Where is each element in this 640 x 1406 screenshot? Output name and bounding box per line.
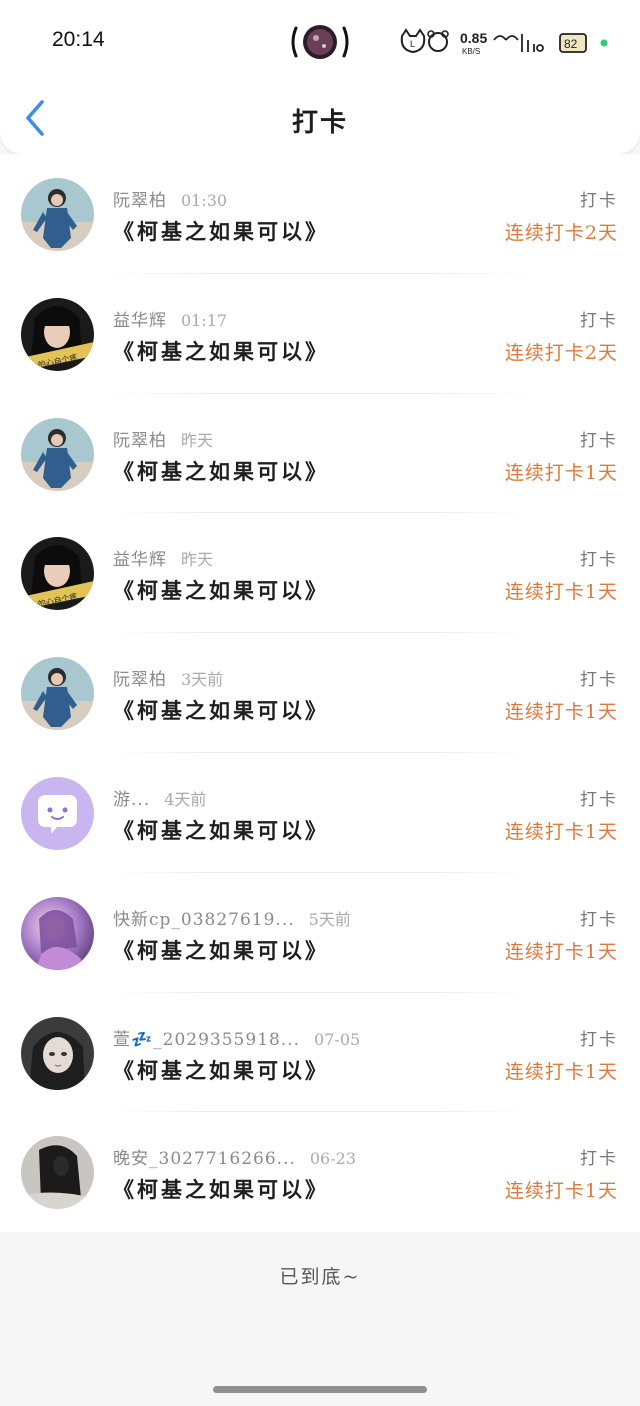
battery-level: 82 bbox=[564, 37, 578, 51]
list-item[interactable]: 阮翠柏 01:30 《柯基之如果可以》 打卡 连续打卡2天 bbox=[0, 154, 640, 274]
streak-label: 连续打卡1天 bbox=[504, 701, 618, 724]
privacy-dot bbox=[600, 39, 608, 47]
post-time: 06-23 bbox=[309, 1149, 356, 1169]
streak-label: 连续打卡2天 bbox=[504, 341, 618, 364]
checkin-list: 阮翠柏 01:30 《柯基之如果可以》 打卡 连续打卡2天 个的心自个疼 益华辉 0… bbox=[0, 154, 640, 1233]
streak-label: 连续打卡1天 bbox=[504, 1060, 618, 1083]
svg-text:L: L bbox=[410, 39, 415, 49]
action-label: 打卡 bbox=[580, 310, 618, 331]
list-item[interactable]: 个的心自个疼 益华辉 昨天 《柯基之如果可以》 打卡 连续打卡1天 bbox=[0, 513, 640, 634]
avatar[interactable]: 个的心自个疼 bbox=[21, 297, 94, 371]
action-label: 打卡 bbox=[580, 909, 618, 930]
action-label: 打卡 bbox=[580, 550, 618, 571]
net-speed-unit: KB/S bbox=[462, 47, 480, 56]
post-time: 昨天 bbox=[181, 430, 214, 450]
streak-label: 连续打卡1天 bbox=[504, 581, 618, 604]
streak-label: 连续打卡2天 bbox=[504, 222, 618, 244]
end-of-list-text: 已到底~ bbox=[279, 1266, 361, 1288]
list-item[interactable]: 阮翠柏 3天前 《柯基之如果可以》 打卡 连续打卡1天 bbox=[0, 633, 640, 753]
post-time: 昨天 bbox=[181, 550, 214, 570]
avatar[interactable] bbox=[21, 1016, 94, 1090]
content-title[interactable]: 《柯基之如果可以》 bbox=[113, 815, 329, 845]
meta-line: 萱💤_2029355918... 07-05 bbox=[113, 1025, 473, 1050]
streak-label: 连续打卡1天 bbox=[504, 461, 618, 484]
cat-icon: L bbox=[400, 28, 426, 54]
action-label: 打卡 bbox=[580, 670, 618, 691]
content-title[interactable]: 《柯基之如果可以》 bbox=[113, 456, 329, 486]
content-title[interactable]: 《柯基之如果可以》 bbox=[113, 695, 329, 725]
avatar[interactable] bbox=[21, 178, 94, 251]
status-time: 20:14 bbox=[52, 28, 105, 51]
streak-label: 连续打卡1天 bbox=[504, 1180, 618, 1203]
list-item[interactable]: 晚安_3027716266... 06-23 《柯基之如果可以》 打卡 连续打卡1… bbox=[0, 1112, 640, 1232]
avatar[interactable] bbox=[21, 657, 94, 731]
list-item[interactable]: 快新cp_03827619... 5天前 《柯基之如果可以》 打卡 连续打卡1天 bbox=[0, 873, 640, 993]
meta-line: 游... 4天前 bbox=[113, 785, 473, 810]
post-time: 5天前 bbox=[308, 909, 351, 929]
nav-bar: 打卡 bbox=[0, 88, 640, 152]
action-label: 打卡 bbox=[580, 1029, 618, 1050]
avatar[interactable] bbox=[21, 1136, 94, 1210]
streak-label: 连续打卡1天 bbox=[504, 820, 618, 843]
meta-line: 阮翠柏 01:30 bbox=[113, 186, 473, 211]
content-title[interactable]: 《柯基之如果可以》 bbox=[113, 1055, 329, 1085]
meta-line: 阮翠柏 3天前 bbox=[113, 665, 473, 690]
post-time: 01:30 bbox=[181, 191, 228, 210]
user-name[interactable]: 萱💤_2029355918... bbox=[113, 1030, 300, 1050]
action-label: 打卡 bbox=[580, 1149, 618, 1170]
post-time: 01:17 bbox=[181, 310, 228, 330]
user-name[interactable]: 阮翠柏 bbox=[113, 670, 167, 690]
header: 20:14 L 0.85 KB/S 82 打卡 bbox=[0, 0, 640, 154]
meta-line: 快新cp_03827619... 5天前 bbox=[113, 905, 473, 930]
list-item[interactable]: 游... 4天前 《柯基之如果可以》 打卡 连续打卡1天 bbox=[0, 753, 640, 873]
post-time: 07-05 bbox=[314, 1029, 361, 1049]
post-time: 4天前 bbox=[164, 789, 207, 809]
home-indicator[interactable] bbox=[213, 1386, 427, 1393]
screen-record-icon bbox=[291, 25, 349, 59]
meta-line: 阮翠柏 昨天 bbox=[113, 426, 473, 451]
page-title: 打卡 bbox=[291, 108, 348, 138]
user-name[interactable]: 益华辉 bbox=[113, 311, 167, 331]
user-name[interactable]: 快新cp_03827619... bbox=[113, 910, 295, 930]
list-item[interactable]: 阮翠柏 昨天 《柯基之如果可以》 打卡 连续打卡1天 bbox=[0, 394, 640, 514]
action-label: 打卡 bbox=[580, 430, 618, 451]
user-name[interactable]: 游... bbox=[113, 790, 150, 810]
action-label: 打卡 bbox=[580, 191, 618, 211]
action-label: 打卡 bbox=[580, 789, 618, 810]
content-title[interactable]: 《柯基之如果可以》 bbox=[113, 575, 329, 605]
list-item[interactable]: 萱💤_2029355918... 07-05 《柯基之如果可以》 打卡 连续打卡1… bbox=[0, 993, 640, 1113]
content-title[interactable]: 《柯基之如果可以》 bbox=[113, 216, 329, 246]
avatar[interactable] bbox=[21, 417, 94, 491]
avatar[interactable]: 个的心自个疼 bbox=[21, 537, 94, 611]
meta-line: 益华辉 01:17 bbox=[113, 306, 473, 331]
user-name[interactable]: 晚安_3027716266... bbox=[113, 1149, 296, 1169]
post-time: 3天前 bbox=[181, 670, 224, 690]
streak-label: 连续打卡1天 bbox=[504, 940, 618, 963]
avatar[interactable] bbox=[21, 896, 94, 970]
signal-icon bbox=[493, 34, 544, 52]
user-name[interactable]: 阮翠柏 bbox=[113, 191, 167, 211]
content-title[interactable]: 《柯基之如果可以》 bbox=[113, 1174, 329, 1204]
net-speed-value: 0.85 bbox=[460, 30, 487, 46]
status-icons: L 0.85 KB/S 82 bbox=[400, 28, 608, 56]
avatar[interactable] bbox=[21, 776, 94, 850]
list-item[interactable]: 个的心自个疼 益华辉 01:17 《柯基之如果可以》 打卡 连续打卡2天 bbox=[0, 274, 640, 394]
bear-icon bbox=[427, 30, 449, 52]
user-name[interactable]: 阮翠柏 bbox=[113, 431, 167, 451]
content-title[interactable]: 《柯基之如果可以》 bbox=[113, 935, 329, 965]
status-bar: 20:14 L 0.85 KB/S 82 bbox=[0, 0, 640, 84]
user-name[interactable]: 益华辉 bbox=[113, 550, 167, 570]
meta-line: 益华辉 昨天 bbox=[113, 545, 473, 570]
content-title[interactable]: 《柯基之如果可以》 bbox=[113, 336, 329, 366]
meta-line: 晚安_3027716266... 06-23 bbox=[113, 1144, 473, 1169]
